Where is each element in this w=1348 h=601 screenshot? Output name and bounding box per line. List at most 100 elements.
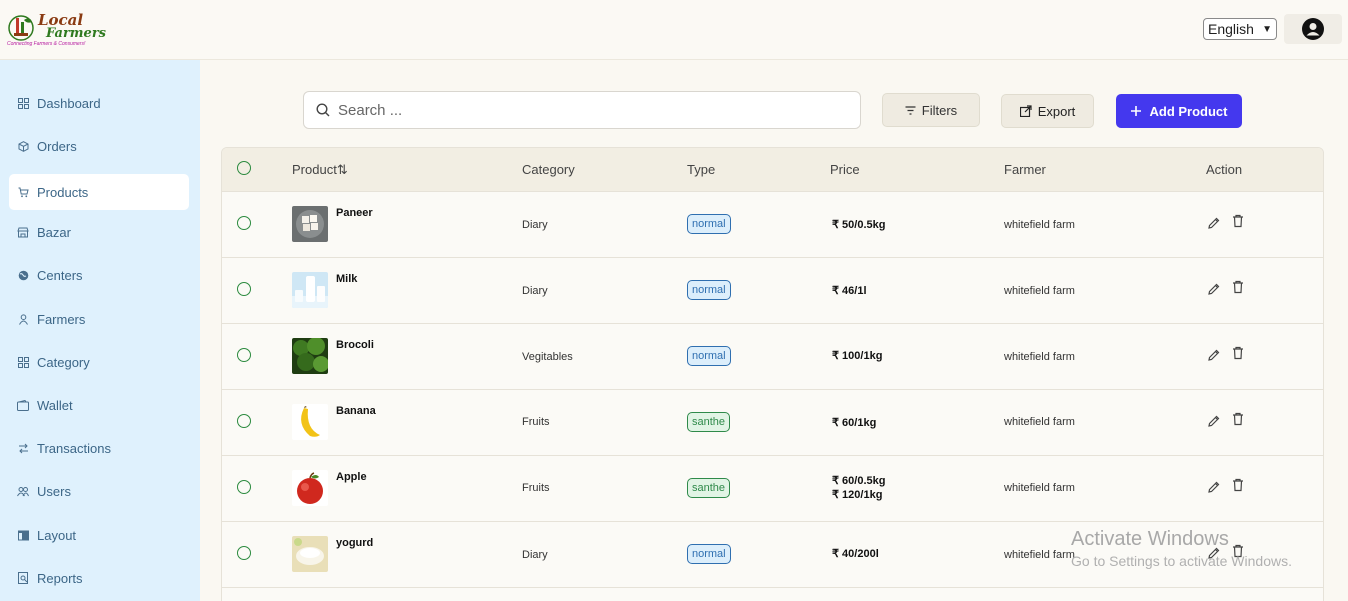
wallet-icon xyxy=(17,399,29,411)
edit-pencil-icon[interactable] xyxy=(1207,216,1221,230)
sidebar-item-label: Farmers xyxy=(37,311,86,327)
add-product-button[interactable]: Add Product xyxy=(1116,94,1242,128)
table-row: Paneer Diary normal ₹ 50/0.5kg whitefiel… xyxy=(222,192,1323,258)
sidebar-item-dashboard[interactable]: Dashboard xyxy=(9,85,189,121)
row-checkbox[interactable] xyxy=(237,216,251,230)
sidebar-item-farmers[interactable]: Farmers xyxy=(9,301,189,337)
filters-label: Filters xyxy=(921,102,958,118)
sort-icon: ⇅ xyxy=(336,162,348,177)
product-price: ₹ 60/1kg xyxy=(832,416,876,430)
delete-trash-icon[interactable] xyxy=(1231,214,1245,228)
product-name[interactable]: Banana xyxy=(336,405,376,417)
sidebar-item-layout[interactable]: Layout xyxy=(9,517,189,553)
product-name[interactable]: Paneer xyxy=(336,207,373,219)
product-farmer: whitefield farm xyxy=(1004,482,1075,494)
activate-windows-subtitle: Go to Settings to activate Windows. xyxy=(1071,553,1292,569)
row-checkbox[interactable] xyxy=(237,480,251,494)
delete-trash-icon[interactable] xyxy=(1231,412,1245,426)
delete-trash-icon[interactable] xyxy=(1231,478,1245,492)
product-farmer: whitefield farm xyxy=(1004,285,1075,297)
column-header-farmer: Farmer xyxy=(1004,162,1046,177)
column-header-price: Price xyxy=(830,162,860,177)
column-header-type: Type xyxy=(687,162,716,177)
product-category: Vegitables xyxy=(522,351,573,363)
sidebar: Dashboard Orders Products Bazar Centers … xyxy=(0,60,200,601)
table-header: Product⇅ Category Type Price Farmer Acti… xyxy=(222,148,1323,192)
search-icon xyxy=(316,103,330,117)
leaf-logo-icon xyxy=(8,15,34,41)
sidebar-item-label: Orders xyxy=(37,138,77,154)
cart-icon xyxy=(17,186,29,198)
product-farmer: whitefield farm xyxy=(1004,351,1075,363)
sidebar-item-orders[interactable]: Orders xyxy=(9,128,189,164)
sidebar-item-products[interactable]: Products xyxy=(9,174,189,210)
sidebar-item-label: Wallet xyxy=(37,397,73,413)
search-box[interactable] xyxy=(303,91,861,129)
type-badge: normal xyxy=(687,214,731,234)
sidebar-item-label: Dashboard xyxy=(37,95,101,111)
product-image-yogurd xyxy=(292,536,328,572)
type-badge: santhe xyxy=(687,478,731,498)
price-line-1: ₹ 100/1kg xyxy=(832,350,883,362)
user-avatar-icon xyxy=(1302,18,1324,40)
edit-pencil-icon[interactable] xyxy=(1207,348,1221,362)
table-row: Brocoli Vegitables normal ₹ 100/1kg whit… xyxy=(222,324,1323,390)
product-farmer: whitefield farm xyxy=(1004,549,1075,561)
sidebar-item-category[interactable]: Category xyxy=(9,344,189,380)
product-name[interactable]: Apple xyxy=(336,471,367,483)
price-line-1: ₹ 60/0.5kg xyxy=(832,475,886,487)
select-all-checkbox[interactable] xyxy=(237,161,251,175)
price-line-1: ₹ 60/1kg xyxy=(832,417,877,429)
row-checkbox[interactable] xyxy=(237,414,251,428)
column-header-action: Action xyxy=(1206,162,1243,177)
export-label: Export xyxy=(1037,103,1076,119)
sidebar-item-reports[interactable]: Reports xyxy=(9,560,189,596)
search-input[interactable] xyxy=(338,101,838,119)
language-select[interactable]: English ▼ xyxy=(1203,18,1277,40)
row-checkbox[interactable] xyxy=(237,282,251,296)
sidebar-item-users[interactable]: Users xyxy=(9,473,189,509)
price-line-2: ₹ 120/1kg xyxy=(832,489,883,501)
brand-name-line2: Farmers xyxy=(46,26,106,41)
product-name[interactable]: Brocoli xyxy=(336,339,374,351)
product-name[interactable]: yogurd xyxy=(336,537,373,549)
column-header-product[interactable]: Product⇅ xyxy=(292,162,348,178)
sidebar-item-centers[interactable]: Centers xyxy=(9,257,189,293)
sidebar-item-bazar[interactable]: Bazar xyxy=(9,214,189,250)
edit-pencil-icon[interactable] xyxy=(1207,480,1221,494)
type-badge: santhe xyxy=(687,412,731,432)
product-price: ₹ 100/1kg xyxy=(832,349,882,363)
sidebar-item-transactions[interactable]: Transactions xyxy=(9,430,189,466)
report-icon xyxy=(17,572,29,584)
store-icon xyxy=(17,226,29,238)
row-checkbox[interactable] xyxy=(237,546,251,560)
language-value: English xyxy=(1208,21,1254,37)
product-price: ₹ 40/200l xyxy=(832,547,879,561)
table-row: Banana Fruits santhe ₹ 60/1kg whitefield… xyxy=(222,390,1323,456)
sidebar-item-label: Users xyxy=(37,483,71,499)
export-button[interactable]: Export xyxy=(1001,94,1094,128)
product-name[interactable]: Milk xyxy=(336,273,357,285)
column-header-category: Category xyxy=(522,162,575,177)
filters-button[interactable]: Filters xyxy=(882,93,980,127)
product-category: Diary xyxy=(522,219,548,231)
price-line-1: ₹ 46/1l xyxy=(832,285,867,297)
product-image-banana xyxy=(292,404,328,440)
type-badge: normal xyxy=(687,346,731,366)
layout-icon xyxy=(17,529,29,541)
brand-logo[interactable]: Local Farmers Connecting Farmers & Consu… xyxy=(6,10,106,50)
sidebar-item-label: Layout xyxy=(37,527,77,543)
edit-pencil-icon[interactable] xyxy=(1207,414,1221,428)
column-header-product-label: Product xyxy=(292,162,337,177)
sidebar-item-wallet[interactable]: Wallet xyxy=(9,387,189,423)
profile-button[interactable] xyxy=(1284,14,1342,44)
export-icon xyxy=(1019,105,1032,117)
delete-trash-icon[interactable] xyxy=(1231,280,1245,294)
price-line-1: ₹ 40/200l xyxy=(832,548,879,560)
delete-trash-icon[interactable] xyxy=(1231,346,1245,360)
row-checkbox[interactable] xyxy=(237,348,251,362)
edit-pencil-icon[interactable] xyxy=(1207,282,1221,296)
product-price: ₹ 46/1l xyxy=(832,284,867,298)
grid-icon xyxy=(17,356,29,368)
product-category: Diary xyxy=(522,285,548,297)
